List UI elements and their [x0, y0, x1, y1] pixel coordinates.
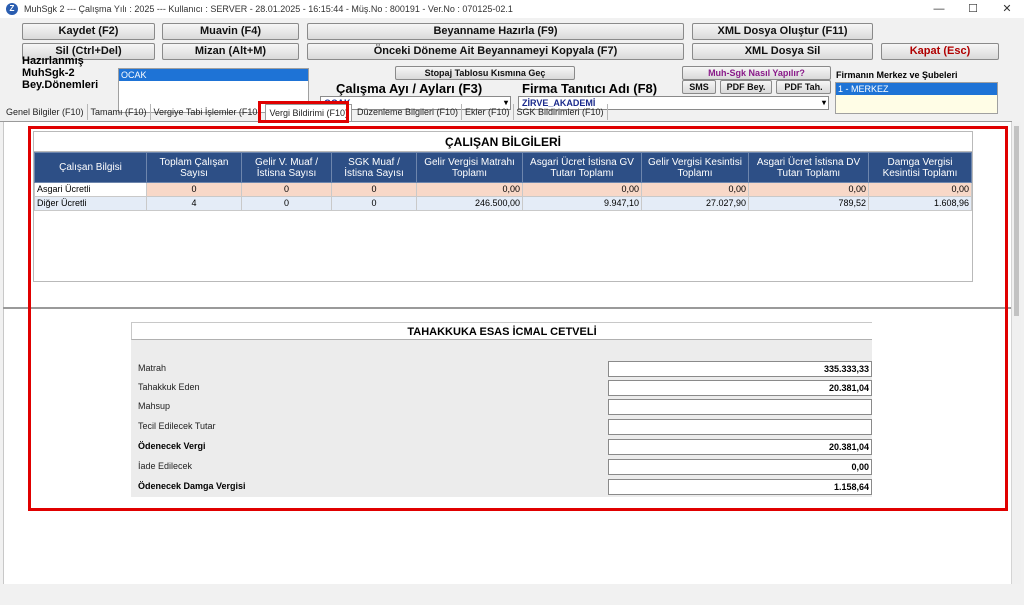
hazirlanmis-donemler-label: Hazırlanmış MuhSgk-2 Bey.Dönemleri [22, 55, 99, 91]
kaydet-button[interactable]: Kaydet (F2) [22, 23, 155, 40]
app-icon: Z [6, 3, 18, 15]
window-title: MuhSgk 2 --- Çalışma Yılı : 2025 --- Kul… [24, 4, 513, 14]
xml-olustur-button[interactable]: XML Dosya Oluştur (F11) [692, 23, 873, 40]
nasil-yapilir-button[interactable]: Muh-Sgk Nasıl Yapılır? [682, 66, 831, 80]
highlight-box-tab [258, 101, 349, 123]
pdf-tah-button[interactable]: PDF Tah. [776, 80, 831, 94]
scrollbar-thumb[interactable] [1014, 126, 1019, 316]
window-controls: — ☐ ✕ [922, 0, 1024, 18]
tab-vergiye-tabi[interactable]: Vergiye Tabi İşlemler (F10 [151, 104, 262, 120]
sms-button[interactable]: SMS [682, 80, 716, 94]
tab-ekler[interactable]: Ekler (F10) [462, 104, 514, 120]
tab-genel-bilgiler[interactable]: Genel Bilgiler (F10) [0, 104, 88, 120]
tab-sgk-bildirimleri[interactable]: SGK Bildirimleri (F10) [514, 104, 608, 120]
list-item-selected[interactable]: OCAK [119, 69, 308, 81]
kapat-button[interactable]: Kapat (Esc) [881, 43, 999, 60]
xml-sil-button[interactable]: XML Dosya Sil [692, 43, 873, 60]
firma-tanitici-label: Firma Tanıtıcı Adı (F8) [522, 81, 658, 96]
pdf-bey-button[interactable]: PDF Bey. [720, 80, 772, 94]
mizan-button[interactable]: Mizan (Alt+M) [162, 43, 299, 60]
maximize-icon[interactable]: ☐ [956, 0, 990, 18]
muavin-button[interactable]: Muavin (F4) [162, 23, 299, 40]
subeler-list[interactable]: 1 - MERKEZ [835, 82, 998, 114]
chevron-down-icon[interactable]: ▾ [822, 97, 826, 109]
tab-duzenleme-bilgileri[interactable]: Düzenleme Bilgileri (F10) [354, 104, 463, 120]
highlight-box-content [28, 126, 1008, 511]
minimize-icon[interactable]: — [922, 0, 956, 18]
list-item-selected[interactable]: 1 - MERKEZ [836, 83, 997, 95]
calisma-ayi-label: Çalışma Ayı / Ayları (F3) [336, 81, 483, 96]
vertical-scrollbar[interactable] [1011, 122, 1021, 584]
close-icon[interactable]: ✕ [990, 0, 1024, 18]
beyanname-hazirla-button[interactable]: Beyanname Hazırla (F9) [307, 23, 684, 40]
subeler-label: Firmanın Merkez ve Şubeleri [836, 70, 958, 80]
tab-tamami[interactable]: Tamamı (F10) [88, 104, 151, 120]
title-bar: Z MuhSgk 2 --- Çalışma Yılı : 2025 --- K… [0, 0, 1024, 18]
onceki-donem-kopyala-button[interactable]: Önceki Döneme Ait Beyannameyi Kopyala (F… [307, 43, 684, 60]
stopaj-tablosu-button[interactable]: Stopaj Tablosu Kısmına Geç [395, 66, 575, 80]
